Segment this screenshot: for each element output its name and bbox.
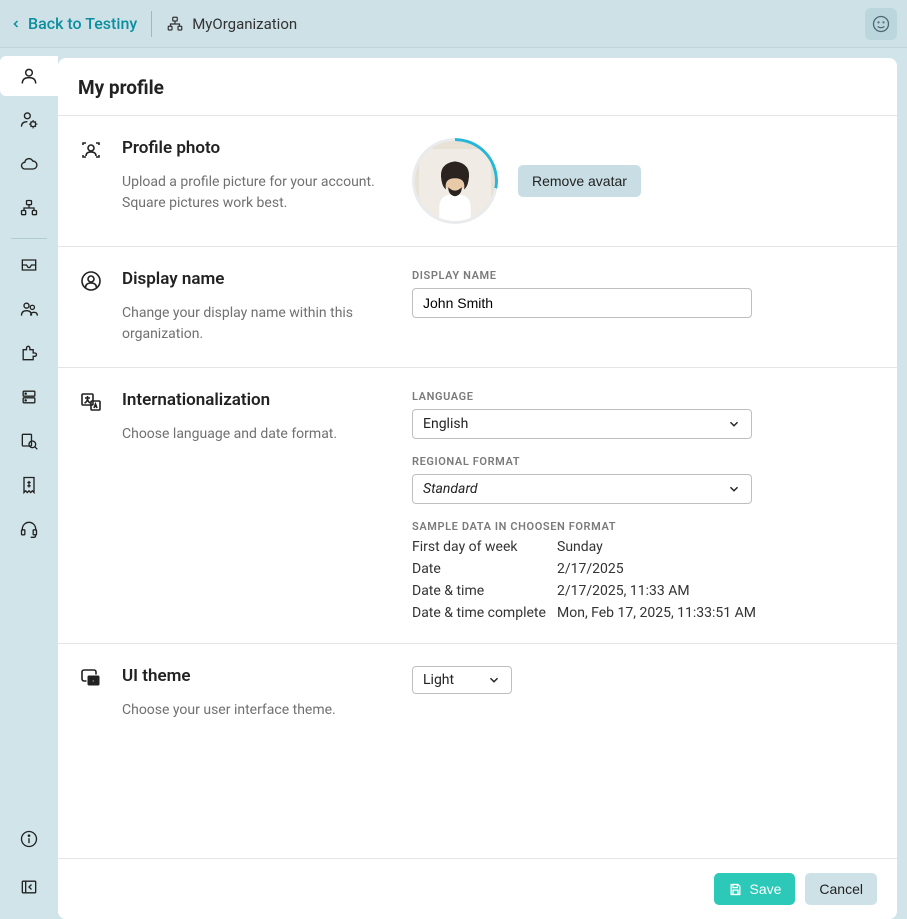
sample-row: Date & time complete Mon, Feb 17, 2025, …	[412, 605, 877, 621]
smiley-icon	[871, 14, 891, 34]
info-icon	[19, 829, 39, 849]
team-icon	[19, 299, 39, 319]
chevron-down-icon	[727, 417, 741, 431]
feedback-button[interactable]	[865, 8, 897, 40]
back-to-testiny-link[interactable]: Back to Testiny	[10, 14, 137, 33]
inbox-icon	[19, 255, 39, 275]
nav-plugins[interactable]	[6, 333, 52, 373]
remove-avatar-button[interactable]: Remove avatar	[518, 165, 641, 197]
sample-row: First day of week Sunday	[412, 539, 877, 555]
display-name-input[interactable]	[412, 288, 752, 318]
nav-info[interactable]	[6, 819, 52, 859]
org-selector[interactable]: MyOrganization	[166, 15, 297, 33]
theme-icon	[78, 666, 104, 721]
section-desc: Upload a profile picture for your accoun…	[122, 172, 382, 214]
nav-server[interactable]	[6, 377, 52, 417]
chevron-down-icon	[727, 482, 741, 496]
sample-row: Date & time 2/17/2025, 11:33 AM	[412, 583, 877, 599]
regional-label: REGIONAL FORMAT	[412, 455, 877, 468]
display-name-icon	[78, 269, 104, 345]
section-heading: Internationalization	[122, 390, 382, 410]
nav-cloud[interactable]	[6, 144, 52, 184]
save-button[interactable]: Save	[714, 873, 795, 905]
cancel-button[interactable]: Cancel	[805, 873, 877, 905]
server-icon	[19, 387, 39, 407]
nav-team[interactable]	[6, 289, 52, 329]
regional-value: Standard	[423, 481, 478, 497]
nav-user-settings[interactable]	[6, 100, 52, 140]
chevron-down-icon	[487, 673, 501, 687]
nav-collapse[interactable]	[6, 867, 52, 907]
nav-my-profile[interactable]	[0, 56, 58, 96]
org-icon	[166, 15, 184, 33]
nav-audit[interactable]	[6, 421, 52, 461]
sidebar	[0, 48, 58, 919]
theme-select[interactable]: Light	[412, 666, 512, 694]
nav-support[interactable]	[6, 509, 52, 549]
collapse-icon	[19, 877, 39, 897]
section-desc: Choose language and date format.	[122, 424, 382, 445]
chevron-left-icon	[10, 18, 22, 30]
back-label: Back to Testiny	[28, 14, 137, 33]
puzzle-icon	[19, 343, 39, 363]
org-chart-icon	[19, 198, 39, 218]
language-label: LANGUAGE	[412, 390, 877, 403]
section-heading: Display name	[122, 269, 382, 289]
section-desc: Choose your user interface theme.	[122, 700, 382, 721]
sample-row: Date 2/17/2025	[412, 561, 877, 577]
nav-billing[interactable]	[6, 465, 52, 505]
sample-label: SAMPLE DATA IN CHOOSEN FORMAT	[412, 520, 877, 533]
page-title: My profile	[58, 58, 897, 115]
language-value: English	[423, 416, 468, 432]
section-heading: UI theme	[122, 666, 382, 686]
section-heading: Profile photo	[122, 138, 382, 158]
save-icon	[728, 882, 743, 897]
divider	[11, 238, 47, 239]
divider	[151, 11, 152, 37]
i18n-icon	[78, 390, 104, 621]
nav-org-chart[interactable]	[6, 188, 52, 228]
invoice-icon	[19, 475, 39, 495]
regional-format-select[interactable]: Standard	[412, 474, 752, 504]
user-gear-icon	[19, 110, 39, 130]
user-icon	[19, 66, 39, 86]
org-name: MyOrganization	[192, 15, 297, 33]
avatar[interactable]	[412, 138, 498, 224]
nav-inbox[interactable]	[6, 245, 52, 285]
audit-icon	[19, 431, 39, 451]
cloud-icon	[19, 154, 39, 174]
section-desc: Change your display name within this org…	[122, 303, 382, 345]
profile-photo-icon	[78, 138, 104, 224]
headset-icon	[19, 519, 39, 539]
display-name-label: DISPLAY NAME	[412, 269, 877, 282]
theme-value: Light	[423, 672, 454, 688]
avatar-image	[419, 149, 491, 221]
language-select[interactable]: English	[412, 409, 752, 439]
